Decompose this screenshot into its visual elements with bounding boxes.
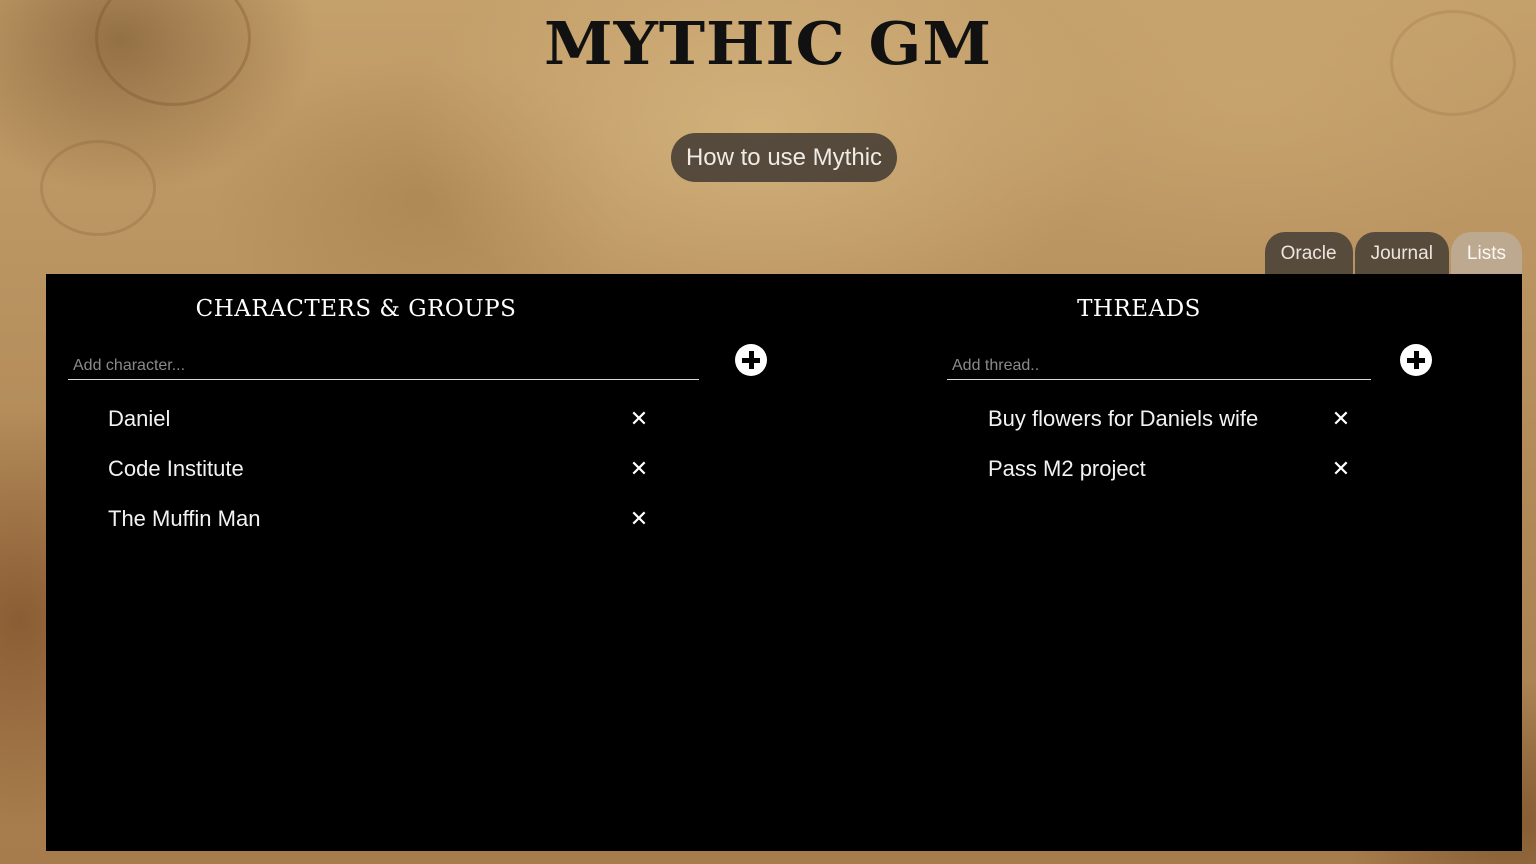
thread-item: Pass M2 project ✕ [988,452,1408,502]
character-item: The Muffin Man ✕ [108,502,658,552]
tab-oracle[interactable]: Oracle [1264,232,1353,274]
character-item: Daniel ✕ [108,402,658,452]
parchment-stain [40,140,156,236]
add-thread-input[interactable] [947,352,1371,380]
characters-heading: CHARACTERS & GROUPS [195,296,517,322]
characters-list: Daniel ✕ Code Institute ✕ The Muffin Man… [108,402,658,552]
add-character-button[interactable] [735,344,767,376]
add-thread-button[interactable] [1400,344,1432,376]
lists-panel: CHARACTERS & GROUPS Daniel ✕ Code Instit… [46,274,1522,851]
app-title: MYTHIC GM [543,8,993,79]
close-icon[interactable]: ✕ [625,456,653,484]
character-name: Code Institute [108,456,244,481]
thread-item: Buy flowers for Daniels wife ✕ [988,402,1408,452]
close-icon[interactable]: ✕ [1327,406,1355,434]
close-icon[interactable]: ✕ [1327,456,1355,484]
add-character-input[interactable] [68,352,699,380]
character-name: The Muffin Man [108,506,261,531]
threads-heading: THREADS [1077,296,1201,322]
how-to-use-button[interactable]: How to use Mythic [671,133,897,182]
tab-lists[interactable]: Lists [1450,232,1522,274]
tab-bar: Oracle Journal Lists [1263,232,1522,274]
thread-name: Pass M2 project [988,456,1146,481]
character-item: Code Institute ✕ [108,452,658,502]
character-name: Daniel [108,406,171,431]
close-icon[interactable]: ✕ [625,406,653,434]
tab-journal[interactable]: Journal [1354,232,1449,274]
close-icon[interactable]: ✕ [625,506,653,534]
threads-list: Buy flowers for Daniels wife ✕ Pass M2 p… [988,402,1408,502]
thread-name: Buy flowers for Daniels wife [988,406,1259,431]
